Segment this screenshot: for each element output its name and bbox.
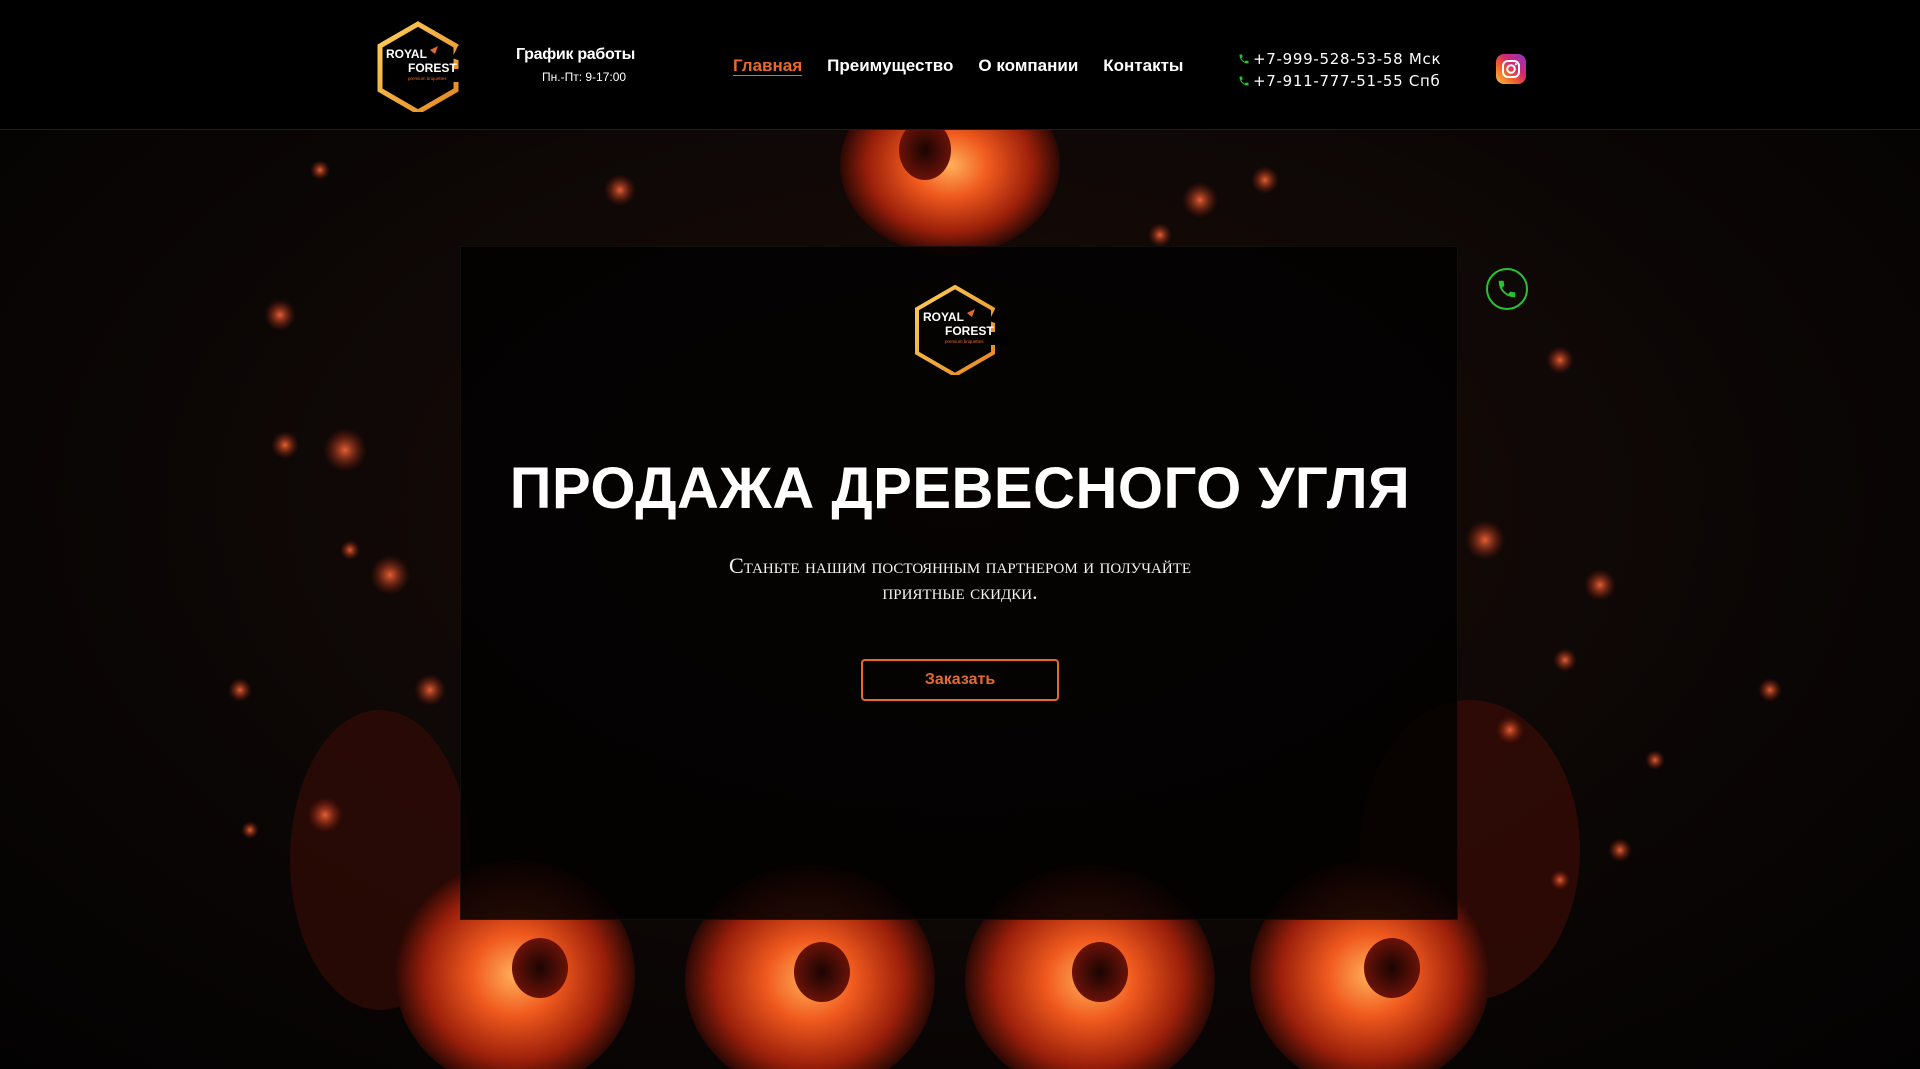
hero-card: ROYAL FOREST premium briquettes ПРОДАЖА … [460,246,1458,920]
flame-icon [430,46,438,54]
phone-moscow[interactable]: +7-999-528-53-58 Мск [1238,50,1441,68]
logo-text-forest: FOREST [945,324,994,338]
nav-item-home[interactable]: Главная [733,56,802,76]
nav-item-about[interactable]: О компании [978,56,1078,76]
phone-list: +7-999-528-53-58 Мск +7-911-777-51-55 Сп… [1238,50,1441,94]
logo-hexagon: ROYAL FOREST premium briquettes [915,284,1008,378]
schedule-title: График работы [516,46,635,63]
phone-spb[interactable]: +7-911-777-51-55 Спб [1238,72,1441,90]
schedule-hours: Пн.-Пт: 9-17:00 [542,70,627,84]
phone-number: +7-999-528-53-58 Мск [1253,50,1442,68]
logo-text-royal: ROYAL [923,310,964,324]
nav-item-advantages[interactable]: Преимущество [827,56,953,76]
logo-hexagon: ROYAL FOREST premium briquettes [377,21,471,115]
nav-item-contacts[interactable]: Контакты [1103,56,1183,76]
card-logo: ROYAL FOREST premium briquettes [911,283,1011,378]
site-header: ROYAL FOREST premium briquettes График р… [0,0,1920,130]
call-button[interactable] [1486,268,1528,310]
main-nav: Главная Преимущество О компании Контакты [733,56,1183,76]
flame-icon [967,309,975,317]
work-schedule: График работы Пн.-Пт: 9-17:00 [516,46,636,84]
hero-title: ПРОДАЖА ДРЕВЕСНОГО УГЛЯ [509,456,1411,521]
hero-subtitle: Станьте нашим постоянным партнером и пол… [728,553,1192,604]
instagram-icon [1502,60,1520,78]
instagram-link[interactable] [1496,54,1526,84]
phone-number: +7-911-777-51-55 Спб [1253,72,1441,90]
logo-tagline: premium briquettes [945,339,984,344]
order-button[interactable]: Заказать [861,659,1059,701]
phone-icon [1239,54,1249,64]
logo-tagline: premium briquettes [408,76,447,81]
logo-text-forest: FOREST [408,61,457,75]
phone-icon [1498,280,1516,298]
logo-text-royal: ROYAL [386,47,427,61]
phone-icon [1239,76,1249,86]
logo[interactable]: ROYAL FOREST premium briquettes [374,20,474,115]
page: ROYAL FOREST premium briquettes График р… [0,0,1920,1069]
